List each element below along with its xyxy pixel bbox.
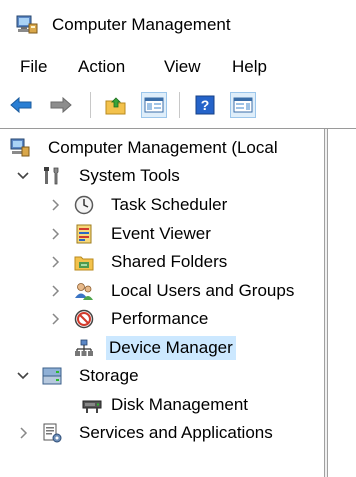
show-hide-console-tree-icon	[144, 97, 164, 113]
tree-item-label: Event Viewer	[111, 224, 211, 243]
tree-item-label: System Tools	[79, 166, 180, 185]
toolbar: ?	[0, 88, 356, 122]
tree-item-services-and-applications[interactable]: Services and Applications	[0, 419, 324, 447]
disk-icon	[82, 400, 102, 413]
chevron-right-icon[interactable]	[49, 198, 63, 212]
tree-item-performance[interactable]: Performance	[0, 305, 324, 333]
event-viewer-icon	[76, 224, 92, 244]
chevron-right-icon[interactable]	[17, 426, 31, 440]
toolbar-separator	[90, 92, 91, 118]
action-pane-button[interactable]	[230, 92, 256, 118]
chevron-down-icon[interactable]	[16, 369, 30, 383]
tree-item-label: Performance	[111, 309, 209, 328]
menu-action[interactable]: Action	[76, 56, 127, 78]
tree-item-label: Services and Applications	[79, 423, 273, 442]
tree-item-label: Storage	[79, 366, 139, 385]
tree-item-computer-management[interactable]: Computer Management (Local	[0, 134, 324, 162]
tree-item-system-tools[interactable]: System Tools	[0, 162, 324, 190]
tree-item-label: Task Scheduler	[111, 195, 228, 214]
details-pane	[324, 128, 356, 477]
help-button[interactable]: ?	[192, 92, 218, 118]
tree-item-label: Disk Management	[111, 395, 249, 414]
show-hide-console-tree-button[interactable]	[141, 92, 167, 118]
storage-icon	[42, 367, 62, 385]
menu-file[interactable]: File	[18, 56, 49, 78]
forward-icon	[50, 96, 72, 114]
up-folder-button[interactable]	[103, 92, 129, 118]
chevron-right-icon[interactable]	[49, 255, 63, 269]
toolbar-separator	[179, 92, 180, 118]
back-icon	[10, 96, 32, 114]
console-tree: Computer Management (Local System Tools …	[0, 128, 324, 477]
window-title: Computer Management	[52, 15, 231, 34]
back-button[interactable]	[8, 92, 34, 118]
chevron-right-icon[interactable]	[49, 284, 63, 298]
performance-icon	[74, 309, 94, 329]
chevron-right-icon[interactable]	[49, 312, 63, 326]
tools-icon	[44, 167, 59, 185]
action-pane-icon	[233, 97, 253, 113]
help-icon: ?	[195, 95, 215, 115]
computer-management-icon	[16, 15, 38, 34]
up-folder-icon	[105, 97, 126, 115]
tree-item-label: Local Users and Groups	[111, 281, 295, 300]
users-icon	[75, 283, 93, 300]
chevron-down-icon[interactable]	[16, 169, 30, 183]
computer-management-icon	[10, 138, 30, 157]
clock-icon	[74, 195, 94, 215]
tree-item-local-users-and-groups[interactable]: Local Users and Groups	[0, 277, 324, 305]
tree-item-event-viewer[interactable]: Event Viewer	[0, 220, 324, 248]
forward-button[interactable]	[48, 92, 74, 118]
tree-item-device-manager[interactable]: Device Manager	[0, 334, 324, 362]
tree-item-disk-management[interactable]: Disk Management	[0, 391, 324, 419]
shared-folders-icon	[74, 256, 94, 271]
services-icon	[43, 423, 62, 443]
chevron-right-icon[interactable]	[49, 227, 63, 241]
tree-item-label: Shared Folders	[111, 252, 228, 271]
tree-item-shared-folders[interactable]: Shared Folders	[0, 248, 324, 276]
tree-item-label: Device Manager	[106, 336, 236, 360]
device-manager-icon	[75, 339, 93, 356]
tree-item-storage[interactable]: Storage	[0, 362, 324, 390]
svg-text:?: ?	[201, 97, 210, 113]
menu-view[interactable]: View	[162, 56, 203, 78]
menu-bar: File Action View Help	[0, 52, 356, 82]
tree-item-task-scheduler[interactable]: Task Scheduler	[0, 191, 324, 219]
title-bar: Computer Management	[0, 0, 356, 50]
menu-help[interactable]: Help	[230, 56, 269, 78]
tree-item-label: Computer Management (Local	[48, 138, 278, 157]
